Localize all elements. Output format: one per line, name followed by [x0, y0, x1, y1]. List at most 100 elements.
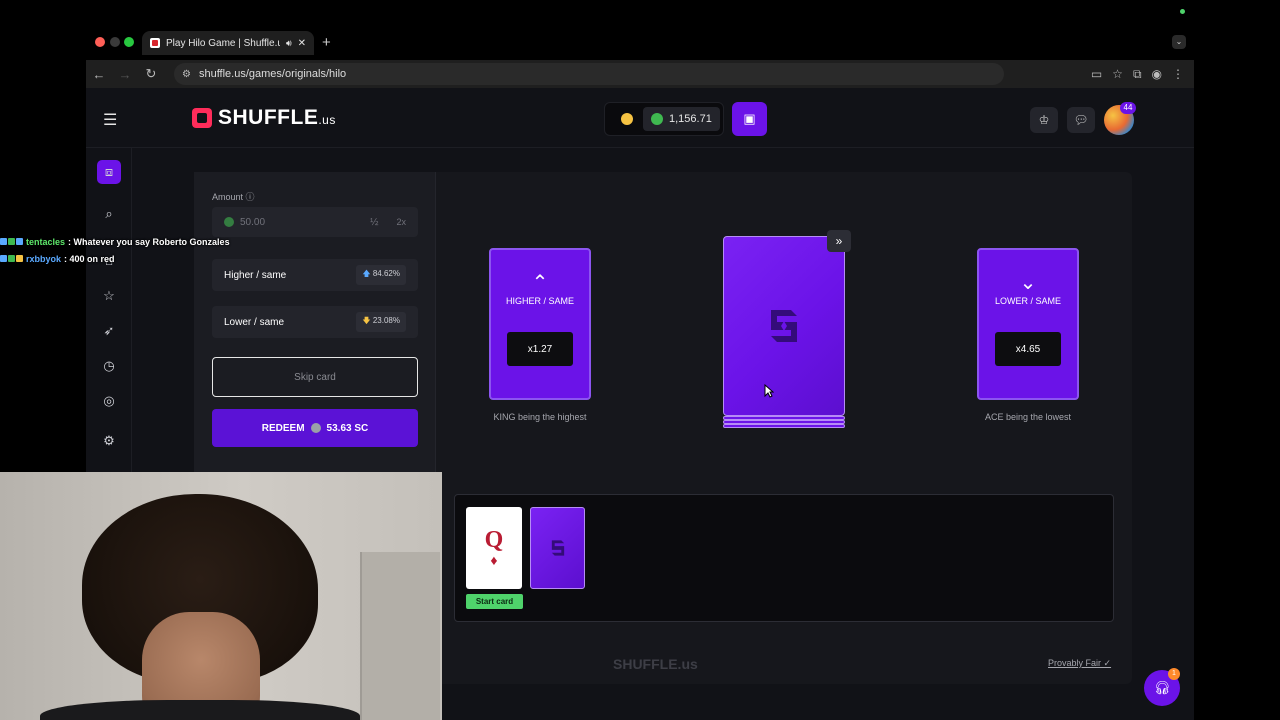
close-tab-icon[interactable]: ✕: [298, 38, 306, 49]
tab-title: Play Hilo Game | Shuffle.us: [166, 37, 280, 49]
chat-username: tentacles: [26, 236, 66, 247]
sweeps-coin-icon: [310, 423, 321, 433]
skip-chevrons-icon[interactable]: »: [827, 230, 851, 252]
profile-icon[interactable]: ◉: [1152, 67, 1162, 82]
start-card: Q ♦: [466, 507, 522, 589]
browser-toolbar: ← → ↻ ⚙ shuffle.us/games/originals/hilo …: [86, 60, 1194, 88]
start-card-badge: Start card: [466, 594, 523, 609]
sidebar-item-settings[interactable]: ⚙: [97, 429, 121, 453]
logo-text: SHUFFLE: [218, 106, 319, 129]
crown-icon: ♔: [1038, 113, 1050, 127]
chat-button[interactable]: 💬︎: [1067, 107, 1095, 133]
search-icon: ⌕: [105, 206, 113, 221]
arrow-up-icon: 🡅︎: [362, 269, 371, 278]
redeem-button[interactable]: REDEEM 53.63 SC: [212, 409, 418, 447]
provably-fair-link[interactable]: Provably Fair ✓: [1048, 658, 1111, 669]
amount-label: Amount ⓘ: [212, 192, 255, 202]
half-bet-button[interactable]: ½: [370, 217, 378, 228]
logo-suffix: .us: [318, 113, 336, 127]
gear-icon: ⚙: [103, 433, 115, 448]
redeem-label: REDEEM: [261, 422, 305, 434]
footer-logo: SHUFFLE.us: [613, 656, 698, 672]
notification-badge: 44: [1120, 102, 1136, 114]
shuffle-card-logo-icon: [771, 310, 797, 342]
vip-crown-button[interactable]: ♔: [1030, 107, 1058, 133]
higher-same-button[interactable]: Higher / same 🡅︎ 84.62%: [212, 259, 418, 291]
chat-message: tentacles : Whatever you say Roberto Gon…: [0, 233, 230, 250]
chat-badges-icon: [0, 255, 23, 262]
shuffle-logo-icon: [192, 108, 212, 128]
hamburger-menu-icon[interactable]: ☰: [103, 110, 117, 130]
sweeps-balance[interactable]: 1,156.71: [643, 107, 720, 131]
casino-icon: ⧈: [104, 164, 114, 179]
lower-caption: ACE being the lowest: [984, 412, 1072, 422]
lower-probability: 🡇︎ 23.08%: [356, 312, 406, 332]
sidebar-item-originals[interactable]: ➶: [97, 319, 121, 343]
back-arrow-icon[interactable]: ←: [86, 67, 112, 82]
url-text: shuffle.us/games/originals/hilo: [198, 68, 347, 80]
minimize-window-button[interactable]: [110, 37, 120, 47]
forward-arrow-icon[interactable]: →: [112, 67, 138, 82]
chevron-up-icon: ⌃: [531, 272, 549, 294]
info-icon: ⓘ: [245, 192, 255, 202]
sidebar-item-recent[interactable]: ◷: [97, 354, 121, 378]
diamond-suit-icon: ♦: [490, 552, 498, 568]
amount-input[interactable]: 50.00 ½ 2x: [212, 207, 418, 237]
shuffle-logo[interactable]: SHUFFLE.us: [192, 106, 336, 130]
chat-badges-icon: [0, 238, 23, 245]
recording-indicator-icon: [1180, 9, 1185, 14]
reload-icon[interactable]: ↻: [138, 66, 164, 82]
browser-tab[interactable]: Play Hilo Game | Shuffle.us 🔊︎ ✕: [142, 31, 314, 55]
higher-caption: KING being the highest: [493, 412, 587, 422]
balance-widget[interactable]: 1,156.71: [604, 102, 724, 136]
deck-stack-layer: [723, 420, 845, 424]
mouse-cursor-icon: [764, 384, 774, 398]
chevron-down-icon: ⌄: [1019, 272, 1037, 294]
wallet-icon: ▣: [743, 111, 756, 126]
shuffle-favicon-icon: [150, 38, 160, 48]
double-bet-button[interactable]: 2x: [396, 217, 406, 227]
chat-bubble-icon: 💬︎: [1073, 113, 1089, 127]
tab-search-chevron-icon[interactable]: ⌄: [1172, 35, 1186, 49]
maximize-window-button[interactable]: [124, 37, 134, 47]
deck-stack-layer: [723, 416, 845, 420]
higher-choice-card[interactable]: ⌃ HIGHER / SAME x1.27: [489, 248, 591, 400]
sidebar-item-search[interactable]: ⌕: [97, 202, 121, 226]
site-info-icon[interactable]: ⚙: [182, 69, 191, 80]
cast-icon[interactable]: ▭: [1091, 67, 1102, 82]
sidebar-item-live[interactable]: ◎: [97, 389, 121, 413]
support-badge: 1: [1168, 668, 1180, 680]
higher-card-label: HIGHER / SAME: [505, 296, 574, 306]
lower-multiplier: x4.65: [995, 332, 1061, 366]
sidebar-item-casino[interactable]: ⧈: [97, 160, 121, 184]
balance-amount: 1,156.71: [669, 113, 712, 125]
history-clock-icon: ◷: [103, 358, 115, 373]
chat-message: rxbbyok : 400 on red: [0, 250, 230, 267]
shuffle-card-logo-icon: [551, 540, 565, 556]
close-window-button[interactable]: [95, 37, 105, 47]
wallet-button[interactable]: ▣: [732, 102, 767, 136]
lower-choice-card[interactable]: ⌄ LOWER / SAME x4.65: [977, 248, 1079, 400]
bookmark-star-icon[interactable]: ☆: [1112, 67, 1123, 82]
headset-icon: 🎧︎: [1153, 680, 1171, 695]
browser-menu-icon[interactable]: ⋮: [1172, 67, 1184, 82]
sweeps-coin-icon: [224, 217, 234, 227]
streamer-webcam: [0, 472, 442, 720]
live-signal-icon: ◎: [103, 393, 115, 408]
chat-text: : Whatever you say Roberto Gonzales: [68, 236, 230, 247]
skip-card-button[interactable]: Skip card: [212, 357, 418, 397]
speaker-icon[interactable]: 🔊︎: [286, 38, 292, 49]
chat-username: rxbbyok: [26, 253, 62, 264]
rocket-icon: ➶: [103, 323, 115, 338]
arrow-down-icon: 🡇︎: [362, 316, 371, 325]
new-tab-button[interactable]: +: [322, 34, 331, 51]
chat-text: : 400 on red: [64, 253, 115, 264]
redeem-value: 53.63 SC: [326, 422, 369, 434]
address-bar[interactable]: ⚙ shuffle.us/games/originals/hilo: [174, 63, 1004, 85]
amount-value: 50.00: [240, 216, 266, 228]
lower-same-button[interactable]: Lower / same 🡇︎ 23.08%: [212, 306, 418, 338]
higher-same-label: Higher / same: [224, 269, 287, 281]
gold-coin-icon[interactable]: [621, 113, 633, 125]
sidebar-item-favorites[interactable]: ☆: [97, 284, 121, 308]
extensions-icon[interactable]: ⧉: [1133, 67, 1142, 82]
